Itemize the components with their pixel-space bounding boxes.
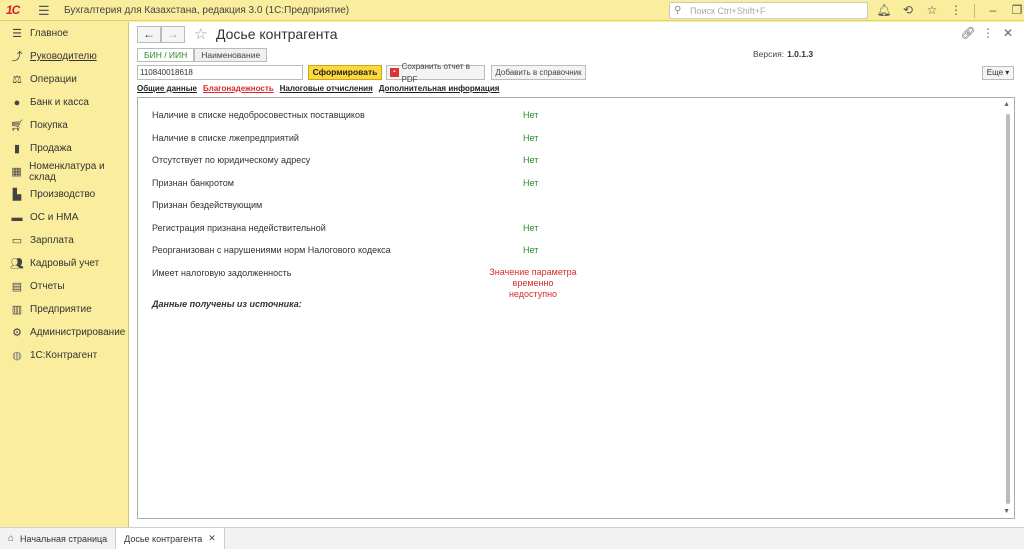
check-value: Нет bbox=[523, 223, 539, 233]
bag-icon: ▮ bbox=[13, 142, 21, 155]
form-title: Досье контрагента bbox=[216, 26, 338, 42]
sidebar-item-purchase[interactable]: 🛒︎ Покупка bbox=[0, 114, 128, 137]
check-value: Нет bbox=[523, 178, 539, 188]
forward-button[interactable]: → bbox=[161, 26, 185, 43]
tab-bin-iin[interactable]: БИН / ИИН bbox=[137, 48, 195, 62]
sidebar-item-operations[interactable]: ⚖ Операции bbox=[0, 68, 128, 91]
more-icon[interactable]: ⋮ bbox=[978, 26, 998, 40]
global-search[interactable]: ⚲ Поиск Ctrl+Shift+F bbox=[669, 2, 868, 19]
truck-icon: ▬ bbox=[11, 211, 23, 224]
restore-icon[interactable]: ❐ bbox=[1005, 2, 1024, 19]
section-general[interactable]: Общие данные bbox=[137, 84, 197, 93]
search-icon: ⚲ bbox=[674, 5, 682, 16]
more-button[interactable]: Еще ▾ bbox=[982, 66, 1014, 80]
close-form-icon[interactable]: ✕ bbox=[998, 26, 1018, 40]
search-input[interactable]: Поиск Ctrl+Shift+F bbox=[690, 6, 765, 16]
sidebar-item-assets[interactable]: ▬ ОС и НМА bbox=[0, 206, 128, 229]
title-bar: 1С ☰ Бухгалтерия для Казахстана, редакци… bbox=[0, 0, 1024, 21]
sidebar-item-production[interactable]: ▙ Производство bbox=[0, 183, 128, 206]
check-value: Нет bbox=[523, 245, 539, 255]
check-label: Признан банкротом bbox=[152, 178, 234, 188]
sidebar-item-bank[interactable]: ● Банк и касса bbox=[0, 91, 128, 114]
tab-name[interactable]: Наименование bbox=[194, 48, 268, 62]
sidebar-item-sales[interactable]: ▮ Продажа bbox=[0, 137, 128, 160]
menu-icon[interactable]: ☰ bbox=[38, 4, 52, 17]
check-value-unavailable: Значение параметра временно недоступно bbox=[489, 267, 577, 299]
scroll-up-icon[interactable]: ▲ bbox=[1003, 101, 1010, 108]
factory-icon: ▙ bbox=[12, 188, 22, 201]
link-icon[interactable]: 🔗︎ bbox=[958, 26, 978, 40]
sidebar-item-enterprise[interactable]: ▥ Предприятие bbox=[0, 298, 128, 321]
contractor-icon: ◍ bbox=[12, 349, 22, 362]
scroll-down-icon[interactable]: ▼ bbox=[1003, 508, 1010, 515]
tab-home[interactable]: ⌂ Начальная страница bbox=[0, 528, 115, 549]
favorites-icon[interactable]: ☆ bbox=[920, 2, 944, 19]
check-value: Нет bbox=[523, 133, 539, 143]
bottom-tabbar: ⌂ Начальная страница Досье контрагента ✕ bbox=[0, 527, 1024, 549]
more-icon[interactable]: ⋮ bbox=[944, 2, 968, 19]
sidebar-item-nomenclature[interactable]: ▦ Номенклатура и склад bbox=[0, 160, 128, 183]
chart-icon: ⤴ bbox=[11, 50, 23, 63]
tab-dossier[interactable]: Досье контрагента ✕ bbox=[115, 527, 225, 549]
bin-input[interactable]: 110840018618 bbox=[137, 65, 303, 80]
warehouse-icon: ▦ bbox=[11, 165, 22, 178]
money-icon: ▭ bbox=[11, 234, 23, 247]
check-label: Реорганизован с нарушениями норм Налогов… bbox=[152, 245, 391, 255]
history-icon[interactable]: ⟲ bbox=[896, 2, 920, 19]
generate-button[interactable]: Сформировать bbox=[308, 65, 382, 80]
save-pdf-button[interactable]: ▪ Сохранить отчет в PDF bbox=[386, 62, 485, 84]
sidebar-item-main[interactable]: ☰ Главное bbox=[0, 22, 128, 45]
separator bbox=[974, 4, 975, 18]
scales-icon: ⚖ bbox=[12, 73, 22, 86]
source-label: Данные получены из источника: bbox=[152, 299, 302, 309]
check-label: Отсутствует по юридическому адресу bbox=[152, 155, 311, 165]
check-label: Имеет налоговую задолженность bbox=[152, 268, 292, 278]
section-reliability[interactable]: Благонадежность bbox=[203, 84, 274, 93]
sidebar-item-manager[interactable]: ⤴ Руководителю bbox=[0, 45, 128, 68]
section-additional[interactable]: Дополнительная информация bbox=[379, 84, 500, 93]
sidebar: ☰ Главное ⤴ Руководителю ⚖ Операции ● Банк и… bbox=[0, 22, 128, 527]
cart-icon: 🛒︎ bbox=[10, 119, 24, 132]
add-to-directory-button[interactable]: Добавить в справочник bbox=[491, 65, 586, 80]
sidebar-item-hr[interactable]: 👥︎ Кадровый учет bbox=[0, 252, 128, 275]
coin-icon: ● bbox=[13, 96, 21, 109]
gear-icon: ⚙ bbox=[12, 326, 22, 339]
report-content: ▲ ▼ Наличие в списке недобросовестных по… bbox=[137, 97, 1015, 519]
check-label: Наличие в списке лжепредприятий bbox=[152, 133, 299, 143]
home-icon: ⌂ bbox=[8, 533, 15, 544]
people-icon: 👥︎ bbox=[10, 257, 24, 270]
pdf-icon: ▪ bbox=[390, 68, 399, 77]
menu-icon: ☰ bbox=[12, 27, 22, 40]
report-icon: ▤ bbox=[11, 280, 23, 293]
check-label: Наличие в списке недобросовестных постав… bbox=[152, 110, 365, 120]
sidebar-item-admin[interactable]: ⚙ Администрирование bbox=[0, 321, 128, 344]
building-icon: ▥ bbox=[11, 303, 23, 316]
favorite-star-icon[interactable]: ☆ bbox=[194, 25, 207, 43]
main-panel: ← → ☆ Досье контрагента 🔗︎ ⋮ ✕ БИН / ИИН… bbox=[128, 22, 1024, 527]
sidebar-item-reports[interactable]: ▤ Отчеты bbox=[0, 275, 128, 298]
check-value: Нет bbox=[523, 155, 539, 165]
check-label: Регистрация признана недействительной bbox=[152, 223, 326, 233]
section-tax[interactable]: Налоговые отчисления bbox=[280, 84, 373, 93]
app-title: Бухгалтерия для Казахстана, редакция 3.0… bbox=[64, 4, 350, 16]
close-tab-icon[interactable]: ✕ bbox=[208, 533, 216, 544]
minimize-icon[interactable]: – bbox=[981, 2, 1005, 19]
back-button[interactable]: ← bbox=[137, 26, 161, 43]
sidebar-item-salary[interactable]: ▭ Зарплата bbox=[0, 229, 128, 252]
check-value: Нет bbox=[523, 110, 539, 120]
app-logo: 1С bbox=[6, 3, 20, 17]
bell-icon[interactable]: 🔔︎ bbox=[872, 2, 896, 19]
scrollbar[interactable] bbox=[1006, 114, 1010, 504]
version-info: Версия: 1.0.1.3 bbox=[753, 49, 814, 59]
check-label: Признан бездействующим bbox=[152, 200, 263, 210]
sidebar-item-contractor[interactable]: ◍ 1С:Контрагент bbox=[0, 344, 128, 367]
